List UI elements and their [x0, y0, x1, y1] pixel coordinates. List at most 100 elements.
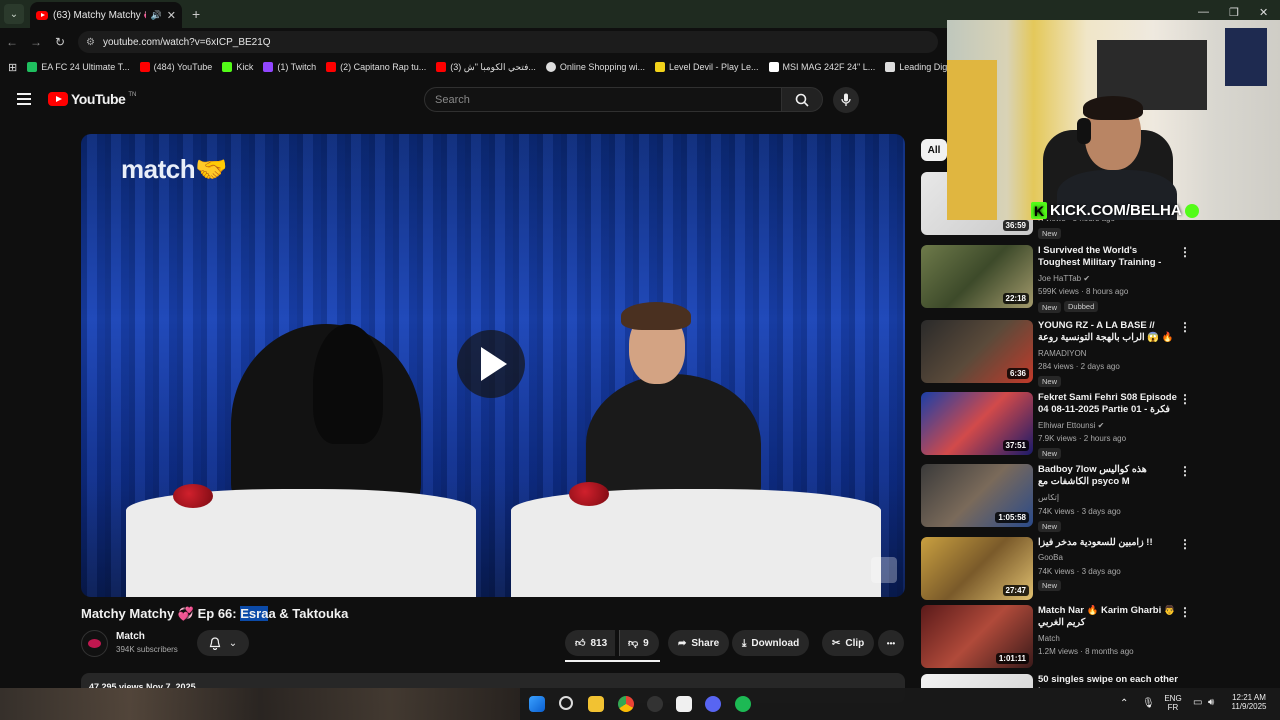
country-code: TN — [128, 92, 137, 98]
kick-logo-icon: K — [1031, 202, 1047, 219]
more-vert-icon[interactable]: ⋮ — [1179, 392, 1191, 406]
bookmark-item[interactable]: (2) Capitano Rap tu... — [326, 62, 426, 72]
bookmark-item[interactable]: Leading Digital Stor... — [885, 62, 948, 72]
more-vert-icon[interactable]: ⋮ — [1179, 537, 1191, 551]
dislike-button[interactable]: 👎︎ 9 — [619, 630, 659, 656]
video-duration: 6:36 — [1006, 368, 1029, 379]
video-thumbnail[interactable]: 27:47 — [921, 537, 1033, 600]
channel-name[interactable]: Match — [116, 631, 145, 642]
forward-icon[interactable]: → — [24, 35, 48, 49]
channel-avatar[interactable] — [81, 630, 108, 657]
youtube-logo[interactable]: YouTube TN — [48, 91, 136, 107]
share-button[interactable]: ➦ Share — [668, 630, 730, 656]
chip-all[interactable]: All — [921, 139, 947, 161]
video-thumbnail[interactable] — [921, 674, 1033, 688]
video-title: Badboy 7low هذه كواليس الكاشفات مع psyco… — [1038, 464, 1147, 487]
video-thumbnail[interactable]: 1:05:58 — [921, 464, 1033, 527]
more-vert-icon[interactable]: ⋮ — [1179, 320, 1191, 334]
discord-icon[interactable] — [705, 696, 721, 712]
clock[interactable]: 12:21 AM 11/9/2025 — [1226, 693, 1272, 711]
cam-poster — [1225, 28, 1267, 86]
tray-chevron-icon[interactable]: ⌃ — [1120, 698, 1128, 709]
video-thumbnail[interactable]: 1:01:11 — [921, 605, 1033, 668]
url-field[interactable]: ⚙ youtube.com/watch?v=6xICP_BE21Q — [78, 31, 938, 53]
video-channel[interactable]: Joe HaTTab ✔ — [1038, 274, 1090, 283]
youtube-logo-text: YouTube — [71, 91, 126, 107]
bookmark-item[interactable]: MSI MAG 242F 24" L... — [768, 62, 875, 72]
video-title: 50 singles swipe on each other | — [1038, 674, 1178, 688]
microphone-tray-icon[interactable]: 🎙︎ — [1142, 698, 1155, 709]
video-thumbnail[interactable]: 22:18 — [921, 245, 1033, 308]
more-vert-icon[interactable]: ⋮ — [1179, 605, 1191, 619]
video-channel[interactable]: Match — [1038, 634, 1060, 643]
bookmark-item[interactable]: Kick — [222, 62, 253, 72]
restore-icon[interactable]: ❐ — [1229, 6, 1239, 19]
recommended-video[interactable]: 37:51 Fekret Sami Fehri S08 Episode 04 0… — [921, 392, 1191, 459]
bookmark-item[interactable]: Level Devil - Play Le... — [654, 62, 759, 72]
search-button[interactable] — [781, 87, 823, 112]
voice-search-button[interactable] — [833, 87, 859, 113]
site-info-icon[interactable]: ⚙ — [86, 37, 95, 48]
tab-search-button[interactable]: ⌄ — [4, 4, 24, 24]
bookmark-item[interactable]: Online Shopping wi... — [545, 62, 645, 72]
tab-audio-icon[interactable]: 🔊 — [151, 10, 162, 21]
window-close-icon[interactable]: ✕ — [1259, 6, 1268, 19]
video-duration: 22:18 — [1002, 293, 1029, 304]
search-input[interactable]: Search — [424, 87, 782, 112]
search-taskbar-icon[interactable] — [559, 696, 573, 710]
video-duration: 36:59 — [1002, 220, 1029, 231]
more-vert-icon[interactable]: ⋮ — [1179, 245, 1191, 259]
tab-close-icon[interactable]: ✕ — [167, 9, 176, 22]
capcut-icon[interactable] — [676, 696, 692, 712]
start-icon[interactable] — [529, 696, 545, 712]
bookmark-item[interactable]: (484) YouTube — [139, 62, 212, 72]
like-button[interactable]: 👍︎ 813 — [565, 630, 616, 656]
video-title-prefix: Matchy Matchy 💞 Ep 66: — [81, 606, 241, 621]
network-icon[interactable]: ▭ — [1193, 697, 1202, 708]
active-tab[interactable]: (63) Matchy Matchy 💞 Ep 🔊 ✕ — [30, 2, 182, 28]
notification-button[interactable]: ⌄ — [197, 630, 249, 656]
menu-icon[interactable] — [17, 93, 31, 108]
bookmark-item[interactable]: EA FC 24 Ultimate T... — [27, 62, 130, 72]
obs-icon[interactable] — [647, 696, 663, 712]
chrome-icon[interactable] — [618, 696, 634, 712]
minimize-icon[interactable]: — — [1198, 6, 1209, 18]
reload-icon[interactable]: ↻ — [48, 35, 72, 49]
download-button[interactable]: ⤓ Download — [732, 630, 810, 656]
video-meta: 599K views · 8 hours ago — [1038, 287, 1129, 296]
clip-button[interactable]: ✂ Clip — [822, 630, 875, 656]
bookmark-item[interactable]: (1) Twitch — [263, 62, 316, 72]
volume-icon[interactable]: 🔊︎ — [1208, 697, 1214, 708]
person-left-hair — [313, 324, 383, 444]
language-bottom: FR — [1167, 703, 1179, 712]
recommended-video[interactable]: 50 singles swipe on each other | — [921, 674, 1191, 688]
more-actions-button[interactable]: ••• — [878, 630, 904, 656]
play-button[interactable] — [457, 330, 525, 398]
video-channel[interactable]: إتكاس — [1038, 493, 1059, 502]
video-channel[interactable]: GooBa — [1038, 553, 1063, 562]
video-duration: 1:01:11 — [995, 653, 1029, 664]
apps-grid-icon[interactable]: ⊞ — [8, 61, 17, 74]
recommended-video[interactable]: 1:05:58 Badboy 7low هذه كواليس الكاشفات … — [921, 464, 1191, 532]
video-thumbnail[interactable]: 6:36 — [921, 320, 1033, 383]
file-explorer-icon[interactable] — [588, 696, 604, 712]
more-vert-icon[interactable]: ⋮ — [1179, 464, 1191, 478]
recommended-video[interactable]: 6:36 YOUNG RZ - A LA BASE // الراب بالهج… — [921, 320, 1191, 387]
clock-date: 11/9/2025 — [1231, 702, 1267, 711]
recommended-video[interactable]: 27:47 زامبين للسعودية مدخر فيزا !! GooBa… — [921, 537, 1191, 601]
language-indicator[interactable]: ENG FR — [1162, 694, 1184, 712]
video-title: YOUNG RZ - A LA BASE // الراب بالهجة الت… — [1038, 320, 1174, 343]
recommended-video[interactable]: 1:01:11 Match Nar 🔥 Karim Gharbi 👨 كريم … — [921, 605, 1191, 669]
new-tab-button[interactable]: + — [192, 6, 200, 22]
youtube-favicon-icon — [36, 10, 48, 20]
bookmark-item[interactable]: (3) فتحي الكومبا "ش... — [436, 62, 536, 73]
recommended-video[interactable]: 22:18 I Survived the World's Toughest Mi… — [921, 245, 1191, 313]
video-channel[interactable]: Elhiwar Ettounsi ✔ — [1038, 421, 1104, 430]
spotify-icon[interactable] — [735, 696, 751, 712]
video-channel[interactable]: RAMADIYON — [1038, 349, 1086, 358]
back-icon[interactable]: ← — [0, 35, 24, 49]
video-thumbnail[interactable]: 37:51 — [921, 392, 1033, 455]
taskbar-background — [0, 688, 520, 720]
video-player[interactable]: match🤝 — [81, 134, 905, 597]
channel-row: Match 394K subscribers ⌄ 👍︎ 813 👎︎ 9 ➦ Shar… — [81, 630, 905, 662]
